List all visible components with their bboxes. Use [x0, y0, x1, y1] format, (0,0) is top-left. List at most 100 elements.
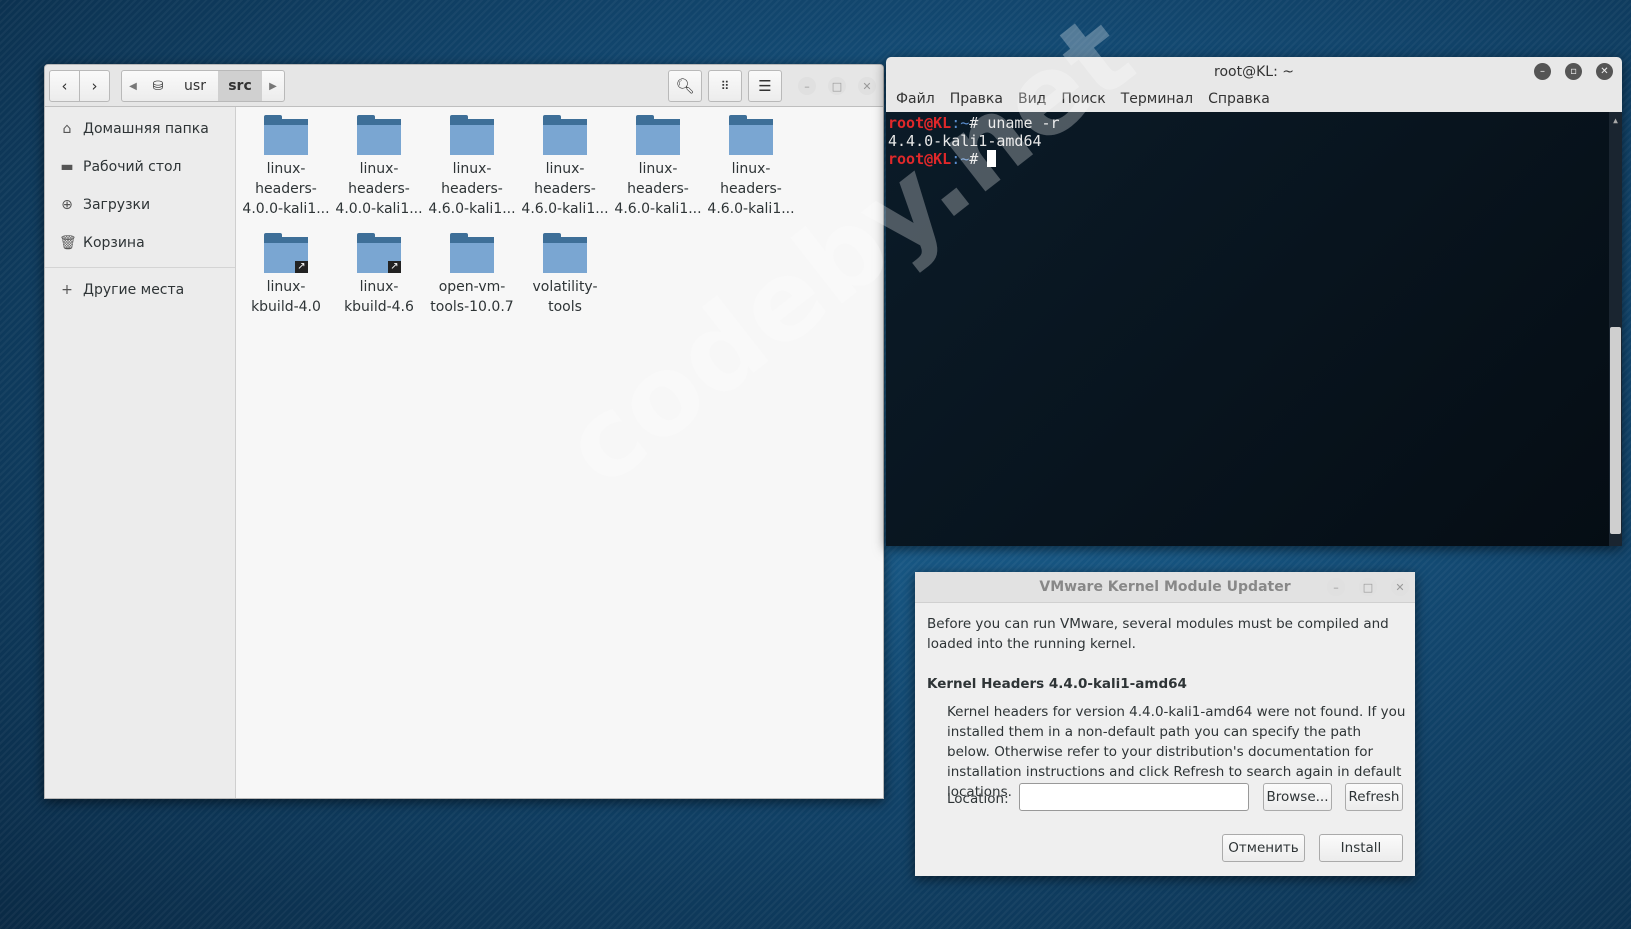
grid-icon: ⠿ — [720, 79, 730, 93]
folder-label: linux- — [266, 161, 306, 177]
dialog-maximize-button[interactable]: □ — [1359, 578, 1377, 596]
sidebar-item-home[interactable]: ⌂ Домашняя папка — [59, 121, 209, 137]
install-button[interactable]: Install — [1319, 834, 1403, 862]
folder-item[interactable]: linux-headers- 4.0.0-kali1... — [334, 115, 424, 219]
path-left-arrow-icon[interactable]: ◀ — [122, 81, 144, 92]
minimize-button[interactable]: – — [798, 77, 816, 95]
desktop-icon: ▬ — [60, 159, 74, 175]
scroll-up-icon[interactable]: ▲ — [1609, 112, 1622, 130]
folder-link-icon: ↗ — [264, 233, 308, 273]
terminal-menubar: Файл Правка Вид Поиск Терминал Справка — [886, 87, 1622, 111]
hamburger-icon: ☰ — [758, 77, 772, 95]
terminal-close-button[interactable]: ✕ — [1596, 63, 1613, 80]
location-label: Location: — [947, 791, 1009, 807]
folder-label: kbuild-4.0 — [251, 299, 321, 315]
terminal-output[interactable]: root@KL:~# uname -r 4.4.0-kali1-amd64 ro… — [886, 112, 1622, 546]
folder-label: linux- — [266, 279, 306, 295]
folder-item[interactable]: linux-headers- 4.6.0-kali1... — [520, 115, 610, 219]
folder-link-icon: ↗ — [357, 233, 401, 273]
folder-item[interactable]: volatility-tools — [520, 233, 610, 317]
folder-label: linux- — [545, 161, 585, 177]
sidebar-label: Загрузки — [83, 197, 151, 213]
path-segment-usr[interactable]: usr — [172, 78, 218, 94]
download-icon: ⊕ — [61, 197, 73, 213]
browse-button[interactable]: Browse... — [1263, 783, 1332, 811]
sidebar-item-desktop[interactable]: ▬ Рабочий стол — [59, 159, 182, 175]
sidebar-label: Корзина — [83, 235, 145, 251]
menu-button[interactable]: ☰ — [748, 70, 782, 102]
path-bar: ◀ ⛁ usr src ▶ — [121, 70, 285, 102]
file-manager-window: ‹ › ◀ ⛁ usr src ▶ 🔍︎ ⠿ ☰ – □ ✕ ⌂ Домашняя… — [44, 64, 884, 799]
forward-button[interactable]: › — [79, 70, 110, 102]
home-icon: ⌂ — [62, 121, 72, 137]
dialog-heading: Kernel Headers 4.4.0-kali1-amd64 — [927, 676, 1187, 692]
folder-label: volatility- — [532, 279, 598, 295]
folder-item[interactable]: ↗ linux-kbuild-4.6 — [334, 233, 424, 317]
header-bar: ‹ › ◀ ⛁ usr src ▶ 🔍︎ ⠿ ☰ – □ ✕ — [45, 65, 883, 107]
folder-icon — [543, 233, 587, 273]
sidebar-item-downloads[interactable]: ⊕ Загрузки — [59, 197, 150, 213]
search-button[interactable]: 🔍︎ — [668, 70, 702, 102]
dialog-intro: Before you can run VMware, several modul… — [927, 616, 1389, 652]
folder-label: linux- — [359, 161, 399, 177]
folder-label: tools — [548, 299, 582, 315]
terminal-line: root@KL:~# — [888, 150, 1620, 168]
folder-label: 4.0.0-kali1... — [242, 201, 330, 217]
prompt-path: :~ — [951, 114, 970, 132]
folder-icon — [357, 115, 401, 155]
prompt-user: root@KL — [888, 150, 952, 168]
root-disk-icon[interactable]: ⛁ — [144, 79, 172, 94]
folder-item[interactable]: open-vm-tools-10.0.7 — [427, 233, 517, 317]
terminal-menu-item[interactable]: Поиск — [1061, 91, 1105, 107]
folder-label: 4.6.0-kali1... — [707, 201, 795, 217]
terminal-minimize-button[interactable]: – — [1534, 63, 1551, 80]
close-button[interactable]: ✕ — [858, 77, 876, 95]
back-button[interactable]: ‹ — [49, 70, 80, 102]
folder-label: headers- — [627, 181, 689, 197]
cancel-button[interactable]: Отменить — [1222, 834, 1305, 862]
terminal-maximize-button[interactable]: ▫ — [1565, 63, 1582, 80]
folder-item[interactable]: linux-headers- 4.6.0-kali1... — [613, 115, 703, 219]
view-grid-button[interactable]: ⠿ — [708, 70, 742, 102]
sidebar-label: Домашняя папка — [83, 121, 209, 137]
prompt-path: :~ — [951, 150, 970, 168]
sidebar-item-trash[interactable]: 🗑︎ Корзина — [59, 235, 145, 251]
folder-label: 4.6.0-kali1... — [614, 201, 702, 217]
folder-label: 4.6.0-kali1... — [428, 201, 516, 217]
folder-icon — [636, 115, 680, 155]
sidebar-divider — [45, 267, 235, 268]
dialog-minimize-button[interactable]: – — [1327, 578, 1345, 596]
terminal-scrollbar[interactable]: ▲ — [1609, 112, 1622, 546]
folder-item[interactable]: linux-headers- 4.0.0-kali1... — [241, 115, 331, 219]
path-right-arrow-icon[interactable]: ▶ — [262, 81, 284, 92]
folder-item[interactable]: linux-headers- 4.6.0-kali1... — [427, 115, 517, 219]
folder-icon — [543, 115, 587, 155]
terminal-menu-item[interactable]: Вид — [1018, 91, 1046, 107]
refresh-button[interactable]: Refresh — [1345, 783, 1403, 811]
plus-icon: + — [61, 282, 73, 298]
folder-label: linux- — [359, 279, 399, 295]
terminal-menu-item[interactable]: Терминал — [1121, 91, 1193, 107]
folder-item[interactable]: ↗ linux-kbuild-4.0 — [241, 233, 331, 317]
terminal-menu-item[interactable]: Справка — [1208, 91, 1270, 107]
path-segment-src[interactable]: src — [218, 71, 262, 101]
sidebar-item-other-locations[interactable]: + Другие места — [59, 282, 184, 298]
folder-item[interactable]: linux-headers- 4.6.0-kali1... — [706, 115, 796, 219]
folder-icon — [729, 115, 773, 155]
sidebar-label: Рабочий стол — [83, 159, 182, 175]
search-icon: 🔍︎ — [675, 77, 695, 95]
terminal-menu-item[interactable]: Файл — [896, 91, 935, 107]
terminal-menu-item[interactable]: Правка — [950, 91, 1003, 107]
terminal-window: root@KL: ~ – ▫ ✕ Файл Правка Вид Поиск Терми… — [886, 57, 1622, 546]
dialog-close-button[interactable]: ✕ — [1391, 578, 1409, 596]
maximize-button[interactable]: □ — [828, 77, 846, 95]
sidebar-label: Другие места — [83, 282, 185, 298]
prompt-symbol: # — [969, 114, 988, 132]
trash-icon: 🗑︎ — [59, 235, 77, 251]
folder-label: headers- — [348, 181, 410, 197]
scrollbar-thumb[interactable] — [1610, 327, 1621, 534]
prompt-user: root@KL — [888, 114, 952, 132]
location-input[interactable] — [1019, 783, 1249, 811]
folder-label: open-vm- — [438, 279, 506, 295]
folder-label: tools-10.0.7 — [430, 299, 514, 315]
